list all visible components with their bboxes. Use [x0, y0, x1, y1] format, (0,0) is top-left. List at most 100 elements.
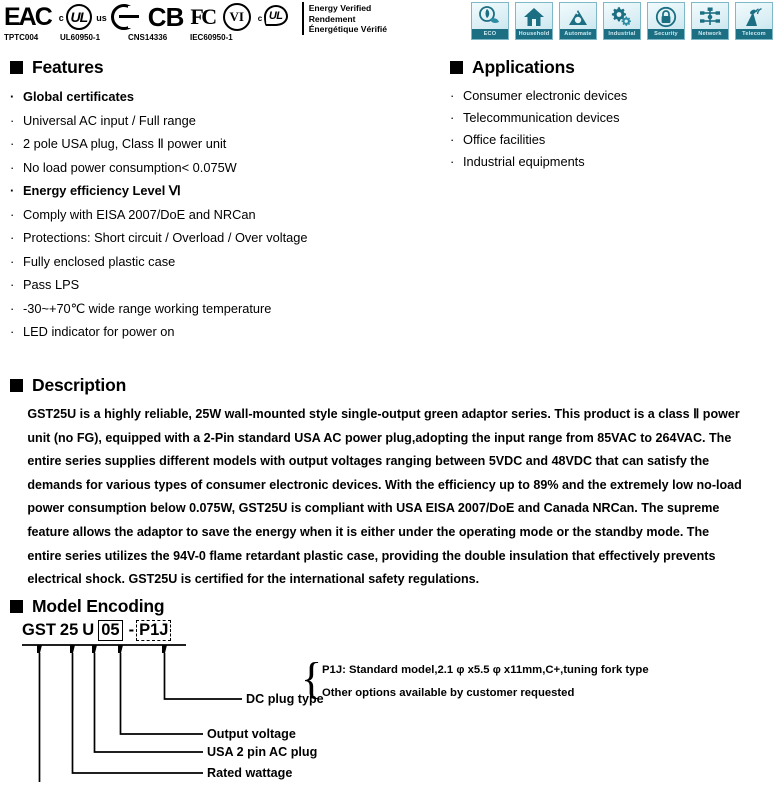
application-text: Telecommunication devices — [463, 110, 620, 125]
energy-verified-line2: Rendement — [308, 13, 356, 24]
feature-text: Protections: Short circuit / Overload / … — [23, 230, 308, 245]
cert-code-iec60950: IEC60950-1 — [190, 33, 233, 42]
plug-option-other: Other options available by customer requ… — [322, 687, 575, 699]
bullet-dot-icon: · — [10, 277, 15, 292]
app-icon-label: ECO — [472, 29, 508, 39]
applications-section: Applications · Consumer electronic devic… — [450, 57, 775, 173]
application-text: Consumer electronic devices — [463, 88, 628, 103]
description-section: Description GST25U is a highly reliable,… — [10, 375, 772, 591]
bullet-dot-icon: · — [10, 159, 15, 175]
certification-bar: EAC c UL us CB FC VI c UL Energy Verifie… — [4, 2, 424, 48]
applications-title: Applications — [472, 57, 575, 77]
feature-text: 2 pole USA plug, Class Ⅱ power unit — [23, 136, 227, 151]
cb-icon-text: CB — [147, 2, 185, 32]
model-encoding-section: Model Encoding GST 25 U 05 - P1J DC plug… — [10, 596, 772, 782]
ul-suffix: us — [96, 13, 107, 23]
app-icon-network: Network — [691, 2, 729, 40]
model-tree-lines — [22, 644, 242, 782]
energy-verified-line1: Energy Verified — [308, 3, 372, 13]
app-icon-label: Telecom — [736, 29, 772, 39]
bullet-dot-icon: · — [10, 112, 15, 128]
gears-icon — [604, 4, 640, 30]
eac-mark: EAC — [4, 2, 53, 32]
features-section: Features · Global certificates · Univers… — [10, 57, 440, 344]
fcc-mark: FC — [190, 2, 217, 32]
bullet-dot-icon: · — [10, 253, 15, 269]
feature-item: · Comply with EISA 2007/DoE and NRCan — [10, 203, 440, 227]
model-part-voltage: 05 — [98, 620, 123, 641]
feature-item: · Pass LPS — [10, 273, 440, 297]
bullet-dot-icon: · — [450, 88, 455, 103]
certification-codes-row: TPTC004 UL60950-1 CNS14336 IEC60950-1 — [4, 33, 424, 45]
app-icon-label: Network — [692, 29, 728, 39]
application-item: · Telecommunication devices — [450, 107, 775, 129]
feature-item: · 2 pole USA plug, Class Ⅱ power unit — [10, 132, 440, 156]
feature-text: Pass LPS — [23, 277, 80, 292]
feature-item: · No load power consumption< 0.075W — [10, 156, 440, 180]
cul-icon: c UL — [258, 3, 292, 31]
ul-letters: UL — [70, 9, 88, 25]
app-icon-automate: Automate — [559, 2, 597, 40]
fcc-icon-text: FC — [190, 4, 217, 29]
section-marker-square — [10, 61, 23, 74]
feature-item: · Energy efficiency Level Ⅵ — [10, 179, 440, 203]
cul-letters: UL — [268, 9, 283, 22]
feature-text: No load power consumption< 0.075W — [23, 159, 237, 175]
feature-text: Universal AC input / Full range — [23, 112, 196, 128]
app-icon-security: Security — [647, 2, 685, 40]
feature-item: · -30~+70℃ wide range working temperatur… — [10, 297, 440, 321]
certification-marks-row: EAC c UL us CB FC VI c UL Energy Verifie… — [4, 2, 424, 35]
model-part-dc-plug: P1J — [136, 620, 172, 641]
bullet-dot-icon: · — [10, 230, 15, 245]
ul-prefix: c — [58, 13, 64, 23]
applications-heading: Applications — [450, 57, 775, 78]
ul-mark: c UL us — [58, 2, 107, 32]
satellite-dish-icon — [736, 4, 772, 30]
bullet-dot-icon: · — [10, 300, 15, 316]
feature-item: · Fully enclosed plastic case — [10, 250, 440, 274]
description-title: Description — [32, 375, 127, 395]
cert-code-ul60950: UL60950-1 — [60, 33, 101, 42]
model-encoding-tree: DC plug type Output voltage USA 2 pin AC… — [10, 642, 780, 782]
app-icon-label: Automate — [560, 29, 596, 39]
ul-icon: c UL us — [58, 3, 107, 31]
model-code-row: GST 25 U 05 - P1J — [22, 620, 175, 641]
datasheet-page: EAC c UL us CB FC VI c UL Energy Verifie… — [0, 0, 780, 785]
bullet-dot-icon: · — [10, 324, 15, 339]
app-icon-label: Security — [648, 29, 684, 39]
bullet-dot-icon: · — [450, 132, 455, 147]
bullet-dot-icon: · — [450, 110, 455, 125]
feature-item: · Universal AC input / Full range — [10, 109, 440, 133]
ce-mark — [110, 2, 142, 32]
application-text: Office facilities — [463, 132, 546, 147]
app-icon-label: Industrial — [604, 29, 640, 39]
feature-item: · Global certificates — [10, 85, 440, 109]
cul-energy-mark: c UL — [258, 2, 292, 32]
energy-verified-line3: Énergétique Vérifié — [308, 24, 388, 34]
app-icon-telecom: Telecom — [735, 2, 773, 40]
model-part-plug: U — [82, 621, 95, 639]
energy-verified-block: Energy Verified Rendement Énergétique Vé… — [301, 2, 388, 35]
bullet-dot-icon: · — [10, 183, 15, 198]
cb-mark: CB — [147, 2, 185, 32]
tree-label-usa-ac-plug: USA 2 pin AC plug — [207, 745, 318, 759]
level-vi-mark: VI — [222, 2, 251, 32]
network-nodes-icon — [692, 4, 728, 30]
section-marker-square — [10, 600, 23, 613]
bullet-dot-icon: · — [10, 136, 15, 151]
cert-code-cns14336: CNS14336 — [128, 33, 168, 42]
cul-prefix: c — [257, 14, 263, 23]
plug-option-standard: P1J: Standard model,2.1 φ x5.5 φ x11mm,C… — [322, 664, 649, 676]
application-icon-strip: ECO Household Automate Industrial Securi… — [471, 2, 773, 40]
feature-item: · LED indicator for power on — [10, 320, 440, 344]
bullet-dot-icon: · — [10, 206, 15, 222]
tree-label-rated-wattage: Rated wattage — [207, 766, 293, 780]
cert-code-tptc004: TPTC004 — [4, 33, 39, 42]
feature-text: LED indicator for power on — [23, 324, 175, 339]
lock-icon — [648, 4, 684, 30]
features-heading: Features — [10, 57, 440, 78]
applications-list: · Consumer electronic devices · Telecomm… — [450, 85, 775, 173]
leaf-icon — [472, 4, 508, 30]
ce-bar-shape — [118, 15, 139, 19]
app-icon-industrial: Industrial — [603, 2, 641, 40]
